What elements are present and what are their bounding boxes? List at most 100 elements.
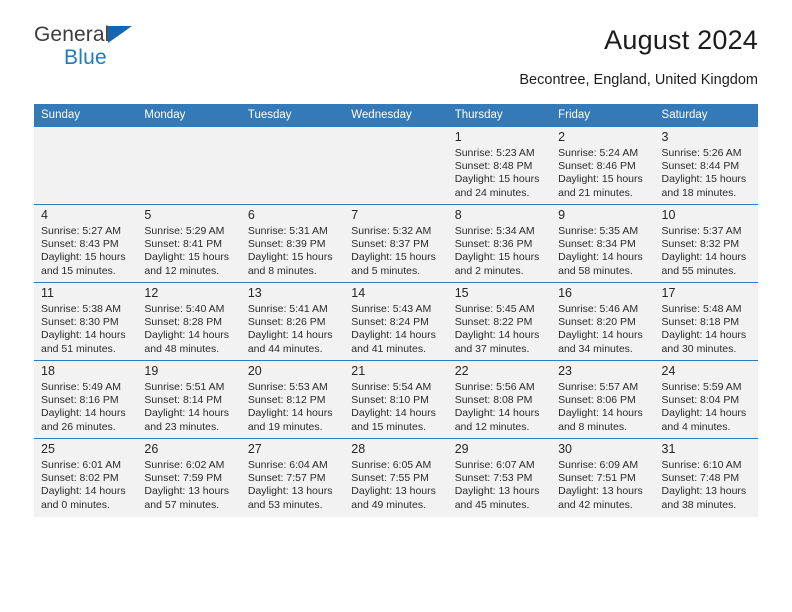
day-number: 9 — [558, 208, 566, 222]
day-cell[interactable] — [344, 126, 448, 205]
day-cell[interactable]: 27 Sunrise: 6:04 AM Sunset: 7:57 PM Dayli… — [240, 438, 345, 517]
day-cell[interactable]: 16 Sunrise: 5:46 AM Sunset: 8:20 PM Dayli… — [551, 282, 655, 361]
day-cell[interactable]: 13 Sunrise: 5:41 AM Sunset: 8:26 PM Dayli… — [240, 282, 345, 361]
day-cell-content: 19 Sunrise: 5:51 AM Sunset: 8:14 PM Dayli… — [137, 361, 240, 438]
day-cell-content: 22 Sunrise: 5:56 AM Sunset: 8:08 PM Dayli… — [448, 361, 551, 438]
day-sun-info: Sunrise: 5:27 AM Sunset: 8:43 PM Dayligh… — [41, 225, 126, 277]
day-cell-content: 12 Sunrise: 5:40 AM Sunset: 8:28 PM Dayli… — [137, 283, 240, 360]
day-cell-content: 9 Sunrise: 5:35 AM Sunset: 8:34 PM Daylig… — [551, 205, 654, 282]
day-sun-info: Sunrise: 5:49 AM Sunset: 8:16 PM Dayligh… — [41, 381, 126, 433]
day-cell[interactable]: 12 Sunrise: 5:40 AM Sunset: 8:28 PM Dayli… — [137, 282, 241, 361]
day-number: 5 — [144, 208, 152, 222]
day-cell-content: 25 Sunrise: 6:01 AM Sunset: 8:02 PM Dayli… — [34, 439, 137, 517]
day-number: 28 — [351, 442, 366, 456]
day-number: 10 — [661, 208, 676, 222]
day-sun-info: Sunrise: 5:23 AM Sunset: 8:48 PM Dayligh… — [454, 147, 540, 199]
day-sun-info: Sunrise: 5:35 AM Sunset: 8:34 PM Dayligh… — [558, 225, 643, 277]
day-cell-content: 5 Sunrise: 5:29 AM Sunset: 8:41 PM Daylig… — [137, 205, 240, 282]
day-cell[interactable]: 19 Sunrise: 5:51 AM Sunset: 8:14 PM Dayli… — [137, 360, 241, 439]
day-cell[interactable]: 9 Sunrise: 5:35 AM Sunset: 8:34 PM Daylig… — [551, 204, 655, 283]
day-number: 15 — [454, 286, 469, 300]
calendar-page: General Blue August 2024 Becontree, Engl… — [0, 0, 792, 612]
day-cell[interactable]: 18 Sunrise: 5:49 AM Sunset: 8:16 PM Dayli… — [34, 360, 138, 439]
day-number: 8 — [454, 208, 462, 222]
day-sun-info: Sunrise: 5:24 AM Sunset: 8:46 PM Dayligh… — [558, 147, 643, 199]
day-cell[interactable] — [137, 126, 241, 205]
day-sun-info: Sunrise: 5:48 AM Sunset: 8:18 PM Dayligh… — [661, 303, 747, 355]
day-cell[interactable]: 20 Sunrise: 5:53 AM Sunset: 8:12 PM Dayli… — [240, 360, 345, 439]
day-cell-content — [241, 127, 344, 204]
day-number: 31 — [661, 442, 676, 456]
day-cell-content: 24 Sunrise: 5:59 AM Sunset: 8:04 PM Dayli… — [655, 361, 758, 438]
day-number: 14 — [351, 286, 366, 300]
weekday-header-tuesday: Tuesday — [240, 104, 345, 127]
day-cell[interactable]: 11 Sunrise: 5:38 AM Sunset: 8:30 PM Dayli… — [34, 282, 138, 361]
day-cell[interactable]: 31 Sunrise: 6:10 AM Sunset: 7:48 PM Dayli… — [654, 438, 758, 517]
day-cell[interactable]: 29 Sunrise: 6:07 AM Sunset: 7:53 PM Dayli… — [447, 438, 552, 517]
day-cell[interactable]: 5 Sunrise: 5:29 AM Sunset: 8:41 PM Daylig… — [137, 204, 241, 283]
day-sun-info: Sunrise: 5:26 AM Sunset: 8:44 PM Dayligh… — [661, 147, 747, 199]
day-cell[interactable]: 1 Sunrise: 5:23 AM Sunset: 8:48 PM Daylig… — [447, 126, 552, 205]
day-cell[interactable]: 7 Sunrise: 5:32 AM Sunset: 8:37 PM Daylig… — [344, 204, 448, 283]
day-number: 23 — [558, 364, 573, 378]
day-number: 20 — [247, 364, 262, 378]
day-cell[interactable] — [240, 126, 345, 205]
weekday-header-friday: Friday — [551, 104, 655, 127]
day-cell-content: 31 Sunrise: 6:10 AM Sunset: 7:48 PM Dayli… — [655, 439, 758, 517]
day-number: 25 — [41, 442, 55, 456]
day-cell[interactable]: 30 Sunrise: 6:09 AM Sunset: 7:51 PM Dayli… — [551, 438, 655, 517]
day-cell-content — [344, 127, 447, 204]
day-number: 27 — [247, 442, 262, 456]
day-sun-info: Sunrise: 5:54 AM Sunset: 8:10 PM Dayligh… — [351, 381, 436, 433]
day-sun-info: Sunrise: 5:46 AM Sunset: 8:20 PM Dayligh… — [558, 303, 643, 355]
day-cell[interactable]: 26 Sunrise: 6:02 AM Sunset: 7:59 PM Dayli… — [137, 438, 241, 517]
day-cell-content: 30 Sunrise: 6:09 AM Sunset: 7:51 PM Dayli… — [551, 439, 654, 517]
day-cell[interactable]: 14 Sunrise: 5:43 AM Sunset: 8:24 PM Dayli… — [344, 282, 448, 361]
weekday-header-saturday: Saturday — [654, 104, 758, 127]
day-cell[interactable]: 28 Sunrise: 6:05 AM Sunset: 7:55 PM Dayli… — [344, 438, 448, 517]
day-cell[interactable]: 3 Sunrise: 5:26 AM Sunset: 8:44 PM Daylig… — [654, 126, 758, 205]
day-cell-content: 7 Sunrise: 5:32 AM Sunset: 8:37 PM Daylig… — [344, 205, 447, 282]
day-cell-content: 1 Sunrise: 5:23 AM Sunset: 8:48 PM Daylig… — [448, 127, 551, 204]
day-sun-info: Sunrise: 6:07 AM Sunset: 7:53 PM Dayligh… — [454, 459, 540, 511]
day-sun-info: Sunrise: 5:51 AM Sunset: 8:14 PM Dayligh… — [144, 381, 230, 433]
day-cell-content: 26 Sunrise: 6:02 AM Sunset: 7:59 PM Dayli… — [137, 439, 240, 517]
day-cell[interactable]: 24 Sunrise: 5:59 AM Sunset: 8:04 PM Dayli… — [654, 360, 758, 439]
day-cell-content: 16 Sunrise: 5:46 AM Sunset: 8:20 PM Dayli… — [551, 283, 654, 360]
day-sun-info: Sunrise: 6:04 AM Sunset: 7:57 PM Dayligh… — [247, 459, 333, 511]
week-row: 4 Sunrise: 5:27 AM Sunset: 8:43 PM Daylig… — [34, 204, 758, 283]
day-cell[interactable]: 22 Sunrise: 5:56 AM Sunset: 8:08 PM Dayli… — [447, 360, 552, 439]
day-cell[interactable]: 4 Sunrise: 5:27 AM Sunset: 8:43 PM Daylig… — [34, 204, 138, 283]
day-cell[interactable]: 8 Sunrise: 5:34 AM Sunset: 8:36 PM Daylig… — [447, 204, 552, 283]
day-cell-content: 14 Sunrise: 5:43 AM Sunset: 8:24 PM Dayli… — [344, 283, 447, 360]
day-sun-info: Sunrise: 5:37 AM Sunset: 8:32 PM Dayligh… — [661, 225, 747, 277]
day-cell-content: 29 Sunrise: 6:07 AM Sunset: 7:53 PM Dayli… — [448, 439, 551, 517]
day-cell[interactable]: 15 Sunrise: 5:45 AM Sunset: 8:22 PM Dayli… — [447, 282, 552, 361]
day-cell[interactable]: 17 Sunrise: 5:48 AM Sunset: 8:18 PM Dayli… — [654, 282, 758, 361]
day-number: 21 — [351, 364, 366, 378]
day-cell-content: 6 Sunrise: 5:31 AM Sunset: 8:39 PM Daylig… — [241, 205, 344, 282]
day-number: 1 — [454, 130, 462, 144]
day-cell-content: 18 Sunrise: 5:49 AM Sunset: 8:16 PM Dayli… — [34, 361, 137, 438]
day-number: 2 — [558, 130, 566, 144]
day-number: 19 — [144, 364, 159, 378]
day-sun-info: Sunrise: 5:57 AM Sunset: 8:06 PM Dayligh… — [558, 381, 643, 433]
day-cell[interactable]: 23 Sunrise: 5:57 AM Sunset: 8:06 PM Dayli… — [551, 360, 655, 439]
day-sun-info: Sunrise: 5:31 AM Sunset: 8:39 PM Dayligh… — [247, 225, 333, 277]
day-number: 16 — [558, 286, 573, 300]
day-cell[interactable] — [34, 126, 138, 205]
day-cell[interactable]: 21 Sunrise: 5:54 AM Sunset: 8:10 PM Dayli… — [344, 360, 448, 439]
day-cell[interactable]: 25 Sunrise: 6:01 AM Sunset: 8:02 PM Dayli… — [34, 438, 138, 517]
day-sun-info: Sunrise: 5:43 AM Sunset: 8:24 PM Dayligh… — [351, 303, 436, 355]
page-subtitle: Becontree, England, United Kingdom — [519, 72, 758, 88]
day-number: 26 — [144, 442, 159, 456]
day-sun-info: Sunrise: 5:53 AM Sunset: 8:12 PM Dayligh… — [247, 381, 333, 433]
day-sun-info: Sunrise: 5:56 AM Sunset: 8:08 PM Dayligh… — [454, 381, 540, 433]
day-cell[interactable]: 6 Sunrise: 5:31 AM Sunset: 8:39 PM Daylig… — [240, 204, 345, 283]
weekday-header-monday: Monday — [137, 104, 241, 127]
day-cell[interactable]: 10 Sunrise: 5:37 AM Sunset: 8:32 PM Dayli… — [654, 204, 758, 283]
day-number: 24 — [661, 364, 676, 378]
day-sun-info: Sunrise: 6:02 AM Sunset: 7:59 PM Dayligh… — [144, 459, 230, 511]
day-cell[interactable]: 2 Sunrise: 5:24 AM Sunset: 8:46 PM Daylig… — [551, 126, 655, 205]
day-cell-content: 11 Sunrise: 5:38 AM Sunset: 8:30 PM Dayli… — [34, 283, 137, 360]
